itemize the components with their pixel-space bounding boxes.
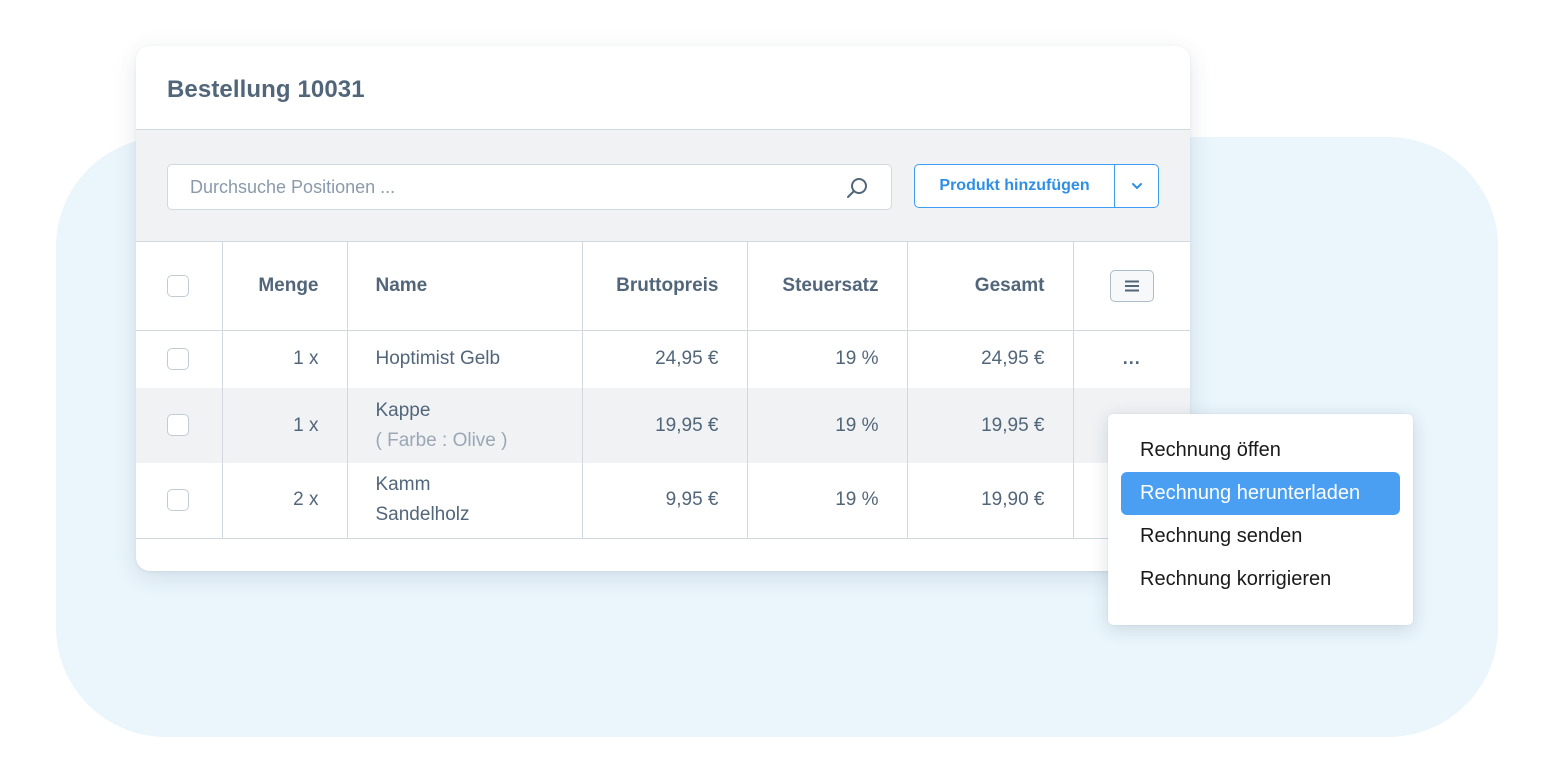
cell-name: Kappe ( Farbe : Olive ): [347, 388, 583, 463]
line-items-table: Menge Name Bruttopreis Steuersatz Gesamt: [136, 242, 1190, 539]
cell-gesamt: 24,95 €: [907, 330, 1074, 388]
toolbar: Produkt hinzufügen: [136, 130, 1190, 242]
table-row[interactable]: 2 x Kamm Sandelholz 9,95 € 19 % 19,90 €: [136, 463, 1190, 538]
cell-menge: 1 x: [222, 330, 348, 388]
row-checkbox[interactable]: [167, 348, 189, 371]
add-product-button[interactable]: Produkt hinzufügen: [915, 165, 1115, 207]
order-title: Bestellung 10031: [167, 76, 365, 103]
cell-menge: 1 x: [222, 388, 348, 463]
cell-steuersatz: 19 %: [747, 463, 908, 538]
order-card: Bestellung 10031 Produkt hinzufügen: [136, 46, 1190, 571]
add-product-button-group: Produkt hinzufügen: [914, 164, 1159, 208]
column-header-name[interactable]: Name: [347, 242, 583, 330]
table-row[interactable]: 1 x Kappe ( Farbe : Olive ) 19,95 € 19 %…: [136, 388, 1190, 463]
menu-item-rechnung-korrigieren[interactable]: Rechnung korrigieren: [1121, 558, 1400, 601]
cell-gesamt: 19,95 €: [907, 388, 1074, 463]
row-checkbox[interactable]: [167, 414, 189, 437]
table-row[interactable]: 1 x Hoptimist Gelb 24,95 € 19 % 24,95 € …: [136, 330, 1190, 388]
search-input[interactable]: [168, 165, 828, 209]
column-header-steuersatz[interactable]: Steuersatz: [747, 242, 908, 330]
product-variant: ( Farbe : Olive ): [375, 429, 508, 451]
column-settings-button[interactable]: [1109, 269, 1154, 302]
select-all-checkbox[interactable]: [167, 274, 189, 297]
cell-gesamt: 19,90 €: [907, 463, 1074, 538]
row-actions-menu: Rechnung öffen Rechnung herunterladen Re…: [1108, 414, 1413, 625]
column-header-menge[interactable]: Menge: [222, 242, 348, 330]
cell-bruttopreis: 19,95 €: [582, 388, 748, 463]
column-header-bruttopreis[interactable]: Bruttopreis: [582, 242, 748, 330]
cell-name: Kamm Sandelholz: [347, 463, 583, 538]
column-settings-cell: [1073, 242, 1190, 330]
product-variant: Sandelholz: [375, 504, 470, 526]
cell-steuersatz: 19 %: [747, 330, 908, 388]
product-name: Hoptimist Gelb: [375, 348, 501, 370]
cell-bruttopreis: 24,95 €: [582, 330, 748, 388]
search-icon[interactable]: [845, 176, 869, 200]
product-name: Kappe: [375, 399, 431, 421]
menu-item-rechnung-senden[interactable]: Rechnung senden: [1121, 515, 1400, 558]
cell-steuersatz: 19 %: [747, 388, 908, 463]
table-header-row: Menge Name Bruttopreis Steuersatz Gesamt: [136, 242, 1190, 330]
search-box[interactable]: [167, 164, 892, 210]
product-name: Kamm: [375, 474, 431, 496]
menu-item-rechnung-herunterladen[interactable]: Rechnung herunterladen: [1121, 472, 1400, 515]
add-product-dropdown-toggle[interactable]: [1115, 165, 1158, 207]
cell-bruttopreis: 9,95 €: [582, 463, 748, 538]
cell-name: Hoptimist Gelb: [347, 330, 583, 388]
row-actions-button[interactable]: ...: [1123, 348, 1141, 368]
chevron-down-icon: [1131, 183, 1142, 189]
hamburger-icon: [1124, 280, 1139, 292]
menu-item-rechnung-oeffnen[interactable]: Rechnung öffen: [1121, 429, 1400, 472]
card-header: Bestellung 10031: [136, 46, 1190, 130]
cell-menge: 2 x: [222, 463, 348, 538]
row-checkbox[interactable]: [167, 489, 189, 512]
column-header-gesamt[interactable]: Gesamt: [907, 242, 1074, 330]
select-all-cell: [136, 242, 223, 330]
